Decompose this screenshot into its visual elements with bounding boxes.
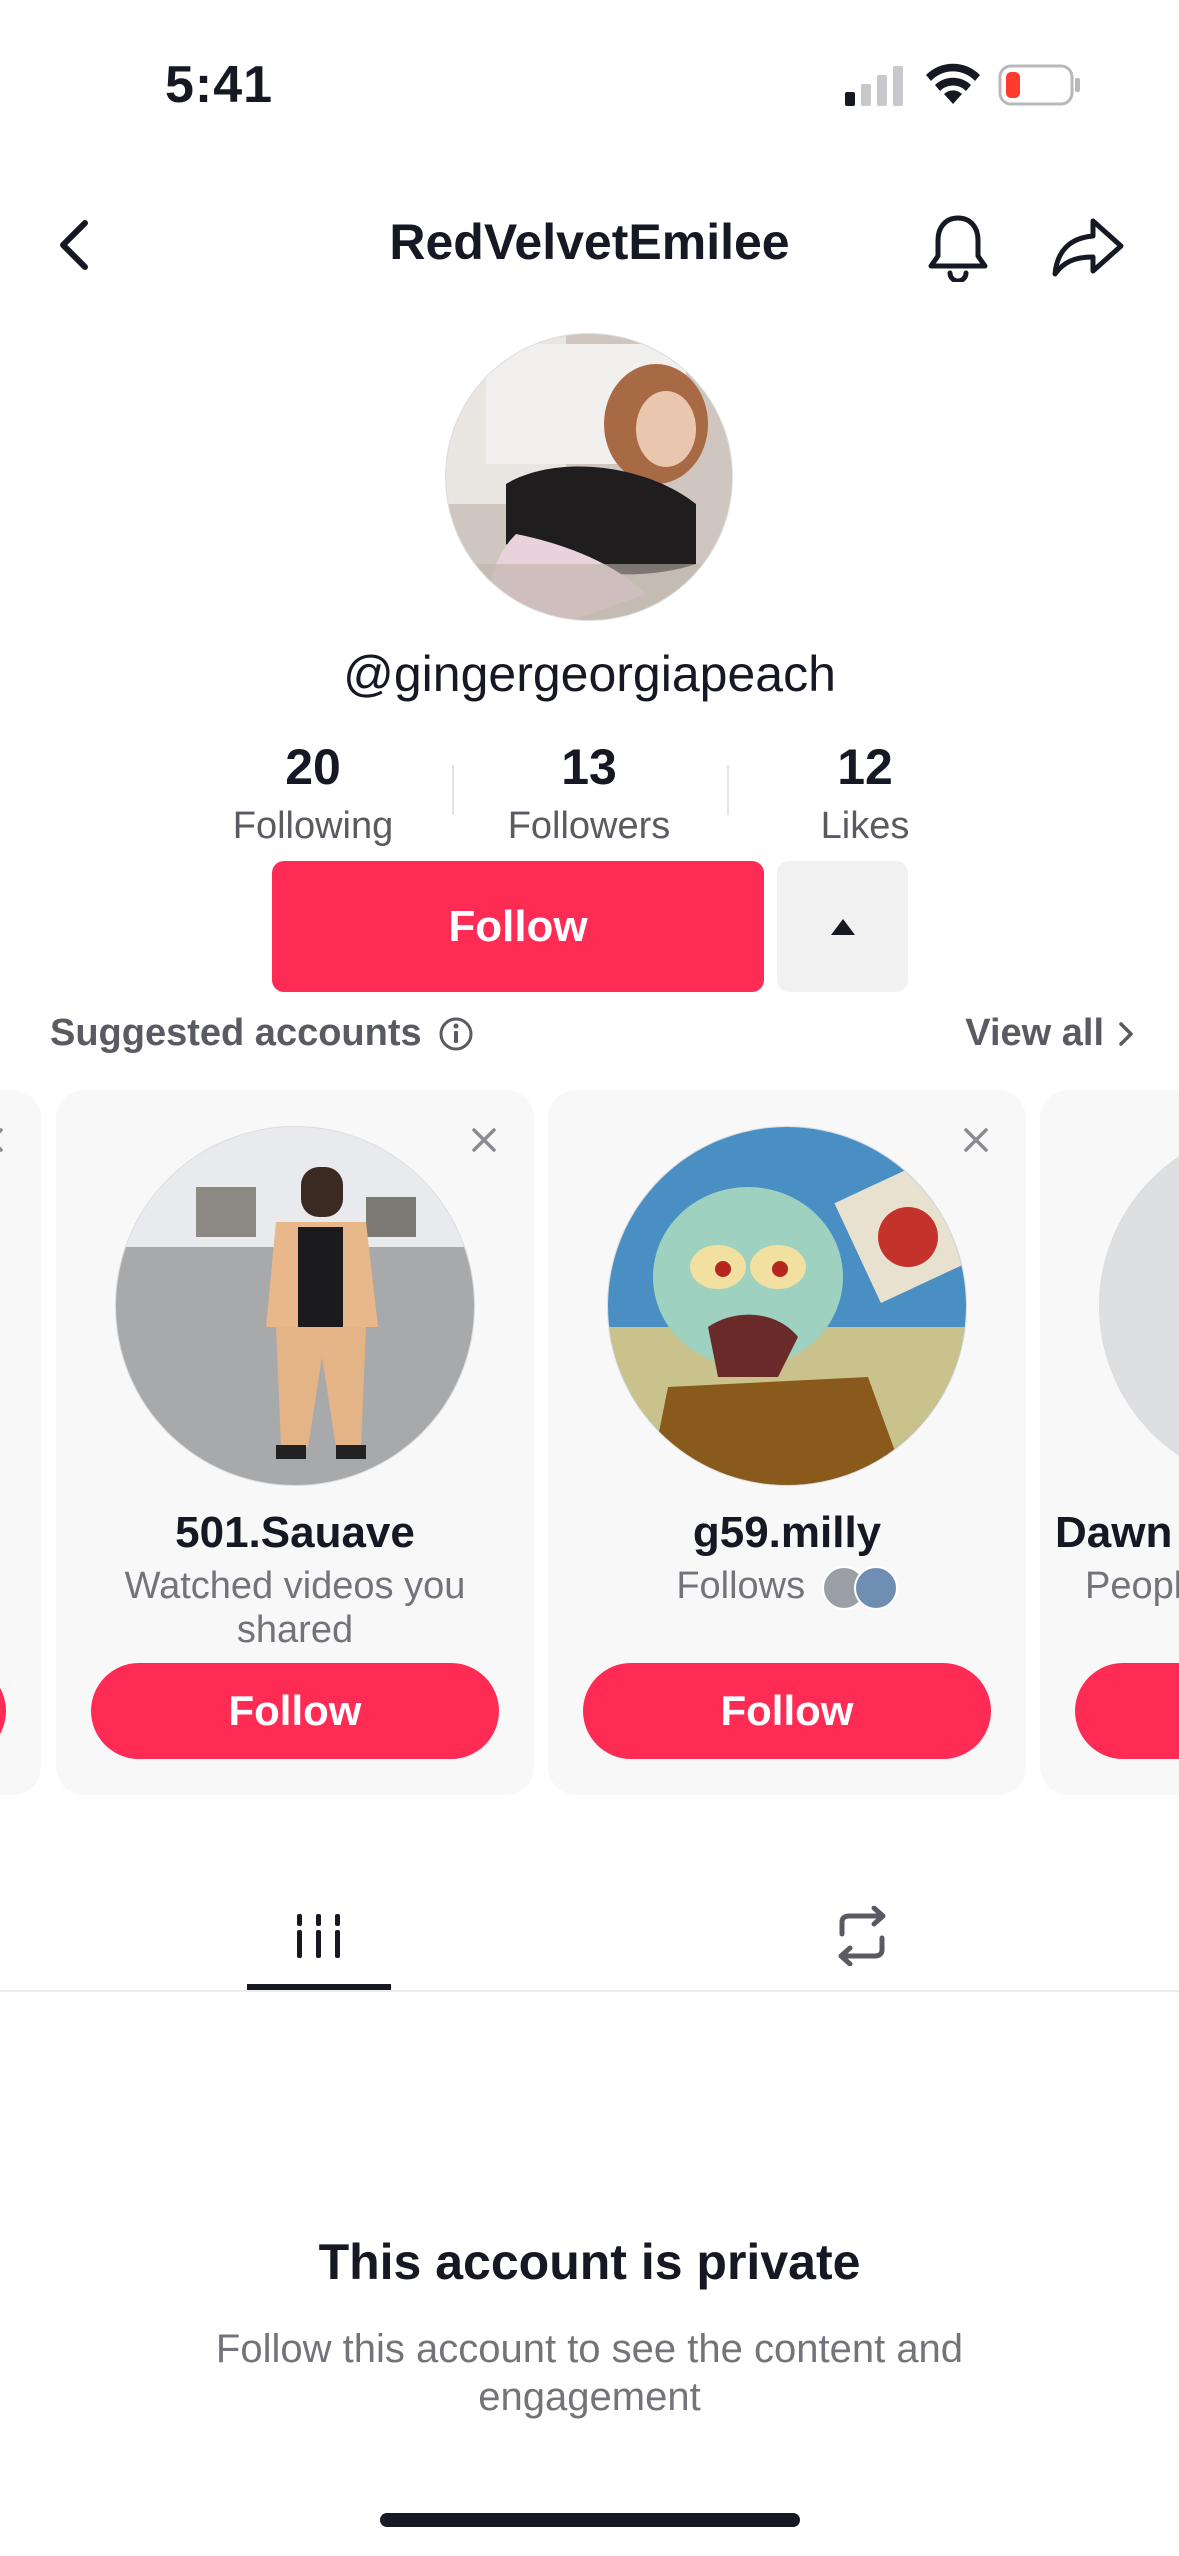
private-account-description: Follow this account to see the content a… [215, 2327, 964, 2419]
close-icon [472, 1128, 496, 1152]
follows-label: Follows [676, 1565, 806, 1607]
suggested-accounts-carousel[interactable]: 501.Sauave Watched videos you shared Fol… [0, 1090, 1179, 1795]
suggested-reason: Follows [568, 1564, 1006, 1610]
stat-label: Followers [507, 805, 671, 847]
dismiss-button[interactable] [954, 1118, 998, 1162]
suggested-follow-button[interactable]: Follow [583, 1663, 991, 1759]
suggested-follow-button[interactable]: Follow [91, 1663, 499, 1759]
mutual-avatar [853, 1565, 898, 1610]
view-all-link[interactable]: View all [965, 1012, 1134, 1055]
status-time: 5:41 [165, 56, 274, 114]
suggested-accounts-heading: Suggested accounts [50, 1012, 474, 1055]
close-icon [0, 1128, 3, 1152]
caret-up-icon [830, 918, 855, 935]
stat-label: Following [232, 805, 394, 847]
suggested-card[interactable]: g59.milly Follows Follow [548, 1090, 1026, 1795]
content-tabs [0, 1880, 1179, 1992]
stat-divider [452, 765, 454, 815]
suggested-avatar[interactable] [607, 1126, 967, 1486]
status-bar: 5:41 [0, 0, 1179, 170]
share-arrow-icon [1052, 218, 1123, 277]
suggested-reason: Peopl [1085, 1565, 1179, 1607]
suggested-reason: Watched videos you shared [124, 1565, 466, 1651]
suggested-card[interactable]: Dawn Peopl [1040, 1090, 1179, 1795]
stat-following[interactable]: 20 Following [193, 735, 433, 851]
suggested-accounts-label: Suggested accounts [50, 1012, 422, 1054]
info-icon[interactable] [438, 1016, 474, 1052]
close-icon [964, 1128, 988, 1152]
repost-icon [838, 1906, 886, 1966]
profile-header: RedVelvetEmilee [0, 195, 1179, 295]
cellular-signal-icon [845, 66, 903, 106]
follow-button-partial[interactable] [0, 1663, 6, 1759]
profile-stats: 20 Following 13 Followers 12 Likes [0, 735, 1179, 855]
profile-photo [446, 334, 732, 620]
suggested-toggle-button[interactable] [777, 861, 908, 992]
tab-reposts[interactable] [790, 1880, 934, 1992]
private-account-title: This account is private [318, 2234, 861, 2290]
suggested-name: 501.Sauave [175, 1508, 415, 1557]
share-button[interactable] [1045, 207, 1130, 287]
suggested-follow-button[interactable] [1075, 1663, 1179, 1759]
view-all-label: View all [965, 1012, 1104, 1054]
bell-icon [928, 215, 988, 282]
suggested-name: g59.milly [692, 1508, 882, 1557]
avatar-photo [116, 1127, 474, 1485]
chevron-right-icon [1119, 1021, 1133, 1046]
suggested-avatar[interactable] [115, 1126, 475, 1486]
avatar-photo [608, 1127, 966, 1485]
stat-value: 20 [285, 739, 341, 795]
stat-likes[interactable]: 12 Likes [745, 735, 985, 851]
stat-label: Likes [820, 805, 910, 847]
home-indicator[interactable] [380, 2513, 800, 2527]
suggested-card-partial-left [0, 1090, 41, 1795]
active-tab-indicator [247, 1984, 391, 1990]
stat-value: 13 [561, 739, 617, 795]
battery-icon [998, 64, 1080, 106]
suggested-card[interactable]: 501.Sauave Watched videos you shared Fol… [56, 1090, 534, 1795]
header-title: RedVelvetEmilee [389, 214, 790, 270]
stat-value: 12 [837, 739, 893, 795]
tab-videos[interactable] [247, 1880, 391, 1992]
dismiss-button[interactable] [462, 1118, 506, 1162]
wifi-icon [926, 63, 980, 104]
grid-icon [297, 1914, 340, 1958]
stat-followers[interactable]: 13 Followers [469, 735, 709, 851]
stat-divider [727, 765, 729, 815]
profile-handle: @gingergeorgiapeach [343, 646, 836, 702]
mutual-followers-avatars [821, 1565, 898, 1610]
suggested-avatar[interactable] [1099, 1126, 1179, 1486]
dismiss-icon[interactable] [0, 1118, 13, 1162]
follow-button[interactable]: Follow [272, 861, 764, 992]
profile-avatar[interactable] [445, 333, 733, 621]
suggested-name: Dawn [1055, 1508, 1173, 1557]
notifications-button[interactable] [918, 207, 998, 287]
